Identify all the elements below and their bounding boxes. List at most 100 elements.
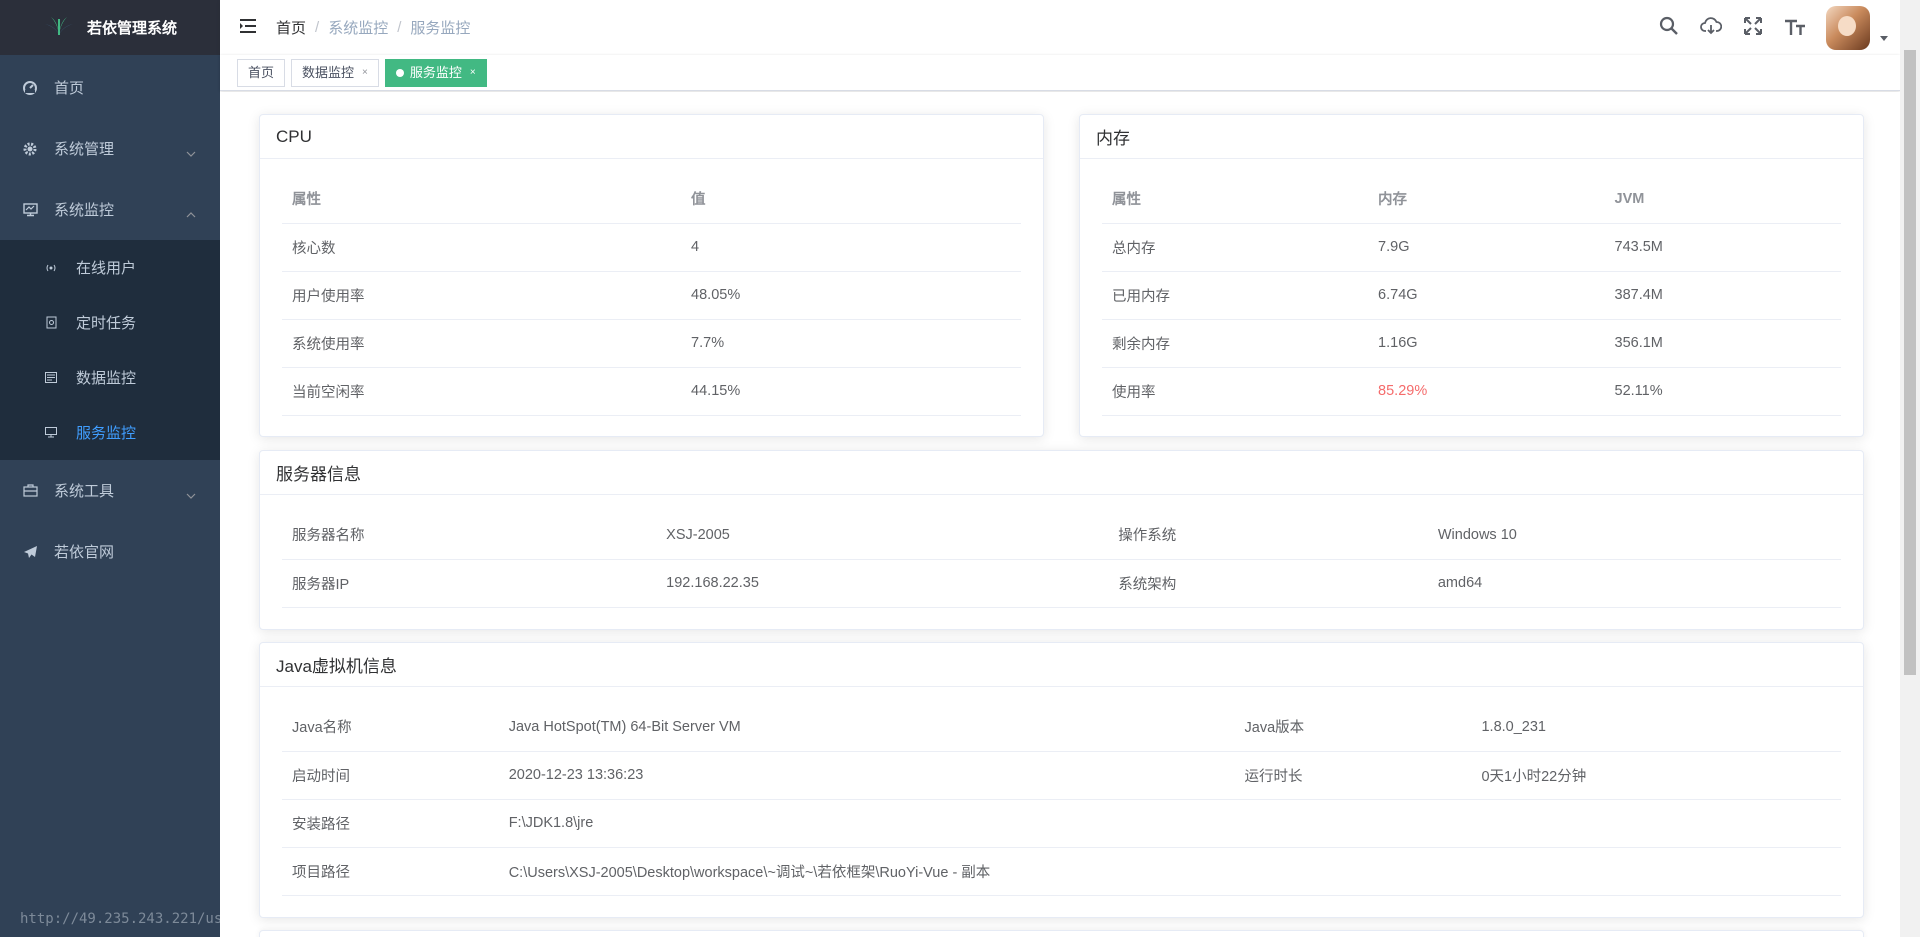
sidebar-item-monitor[interactable]: 系统监控 [0, 179, 220, 240]
tag-server-monitor[interactable]: 服务监控 × [384, 58, 487, 87]
source-code-button[interactable] [1690, 0, 1732, 55]
table-cell: 7.7% [681, 319, 1021, 368]
table-cell: 44.15% [681, 367, 1021, 416]
search-icon [1659, 16, 1679, 39]
logo-icon [43, 15, 75, 40]
table-cell: 743.5M [1604, 223, 1841, 272]
table-cell: XSJ-2005 [656, 511, 1109, 560]
table-cell: 总内存 [1102, 223, 1369, 272]
sidebar-item-label: 定时任务 [76, 315, 137, 332]
table-cell: 2020-12-23 13:36:23 [498, 751, 1235, 800]
sidebar-item-jobs[interactable]: 定时任务 [0, 295, 220, 350]
table-cell: 48.05% [681, 271, 1021, 320]
table-cell: 运行时长 [1234, 751, 1472, 800]
sidebar-item-label: 服务监控 [76, 425, 137, 442]
breadcrumb-separator: / [397, 19, 402, 36]
server-icon [44, 427, 58, 438]
breadcrumb-separator: / [315, 19, 320, 36]
chevron-down-icon [186, 144, 196, 161]
search-button[interactable] [1648, 0, 1690, 55]
table-cell: 用户使用率 [282, 271, 682, 320]
breadcrumb-system-monitor: 系统监控 [328, 20, 389, 37]
table-row: 服务器IP 192.168.22.35 系统架构 amd64 [282, 559, 1841, 608]
font-size-button[interactable] [1774, 0, 1816, 55]
table-cell: 使用率 [1102, 367, 1369, 416]
next-card [259, 930, 1864, 937]
table-cell: 7.9G [1368, 223, 1605, 272]
sidebar-item-label: 系统监控 [54, 202, 115, 219]
sidebar-item-data-monitor[interactable]: 数据监控 [0, 350, 220, 405]
card-title: CPU [260, 115, 1043, 159]
table-row: 当前空闲率 44.15% [282, 367, 1021, 416]
close-icon[interactable]: × [362, 60, 368, 86]
table-cell: 192.168.22.35 [656, 559, 1109, 608]
table-cell: 系统架构 [1108, 559, 1428, 608]
jvm-table: Java名称 Java HotSpot(TM) 64-Bit Server VM… [282, 703, 1841, 896]
column-header: 值 [681, 175, 1021, 224]
font-size-icon [1784, 16, 1806, 39]
table-cell: 核心数 [282, 223, 682, 272]
table-cell: Java HotSpot(TM) 64-Bit Server VM [498, 703, 1235, 752]
dashboard-icon [20, 80, 40, 95]
active-dot [395, 68, 404, 77]
column-header: 内存 [1368, 175, 1605, 224]
app-title: 若依管理系统 [86, 20, 177, 37]
fullscreen-icon [1743, 16, 1763, 39]
table-cell: 356.1M [1604, 319, 1841, 368]
tag-home[interactable]: 首页 [237, 58, 286, 87]
tag-label: 首页 [248, 64, 275, 80]
sidebar-item-home[interactable]: 首页 [0, 57, 220, 118]
table-cell: 启动时间 [282, 751, 499, 800]
table-cell: 1.16G [1368, 319, 1605, 368]
breadcrumb-current: 服务监控 [410, 20, 471, 37]
table-cell: 服务器名称 [282, 511, 657, 560]
tags-view: 首页 数据监控 × 服务监控 × [220, 55, 1900, 91]
hamburger-button[interactable] [220, 0, 276, 55]
table-cell: 当前空闲率 [282, 367, 682, 416]
sidebar-item-label: 系统管理 [54, 141, 115, 158]
fullscreen-button[interactable] [1732, 0, 1774, 55]
close-icon[interactable]: × [470, 60, 476, 86]
card-title: 服务器信息 [260, 451, 1863, 495]
sidebar-item-tools[interactable]: 系统工具 [0, 460, 220, 521]
menu-fold-icon [239, 18, 257, 37]
tag-data-monitor[interactable]: 数据监控 × [291, 58, 379, 87]
table-cell: 操作系统 [1108, 511, 1428, 560]
sidebar: 若依管理系统 首页 系统管理 系统监控 在线用户 定时任务 数据监控 服务监控 [0, 0, 220, 937]
table-header-row: 属性 值 [282, 175, 1021, 224]
cpu-card: CPU 属性 值 核心数 4 用户使用率 48.05% 系统使用率 7.7% 当前空闲… [259, 114, 1044, 437]
gear-icon [20, 142, 40, 156]
scrollbar-thumb[interactable] [1904, 50, 1916, 675]
table-cell: 6.74G [1368, 271, 1605, 320]
table-cell: 1.8.0_231 [1471, 703, 1841, 752]
table-cell: 安装路径 [282, 799, 499, 848]
table-row: 核心数 4 [282, 223, 1021, 272]
table-cell: 已用内存 [1102, 271, 1369, 320]
table-cell: 52.11% [1604, 367, 1841, 416]
chevron-up-icon [186, 205, 196, 222]
table-cell: 4 [681, 223, 1021, 272]
table-row: 安装路径 F:\JDK1.8\jre [282, 799, 1841, 848]
right-menu [1648, 0, 1900, 55]
card-title: 内存 [1080, 115, 1863, 159]
sidebar-item-label: 首页 [54, 80, 85, 97]
table-cell: 387.4M [1604, 271, 1841, 320]
breadcrumb-home[interactable]: 首页 [276, 17, 306, 38]
user-dropdown[interactable] [1826, 5, 1888, 50]
sidebar-item-server-monitor[interactable]: 服务监控 [0, 405, 220, 460]
chevron-down-icon [186, 486, 196, 503]
sidebar-logo[interactable]: 若依管理系统 [0, 0, 220, 55]
sidebar-item-system[interactable]: 系统管理 [0, 118, 220, 179]
column-header: 属性 [282, 175, 682, 224]
page-scrollbar[interactable] [1900, 0, 1920, 937]
sidebar-item-label: 若依官网 [54, 544, 115, 561]
navbar: 首页 / 系统监控 / 服务监控 [220, 0, 1900, 55]
job-icon [44, 316, 58, 329]
sidebar-item-online-users[interactable]: 在线用户 [0, 240, 220, 295]
table-cell: Windows 10 [1427, 511, 1841, 560]
sidebar-item-website[interactable]: 若依官网 [0, 521, 220, 582]
sidebar-item-label: 数据监控 [76, 370, 137, 387]
table-row: Java名称 Java HotSpot(TM) 64-Bit Server VM… [282, 703, 1841, 752]
table-row: 总内存 7.9G 743.5M [1102, 223, 1841, 272]
server-info-card: 服务器信息 服务器名称 XSJ-2005 操作系统 Windows 10 服务器… [259, 450, 1864, 630]
